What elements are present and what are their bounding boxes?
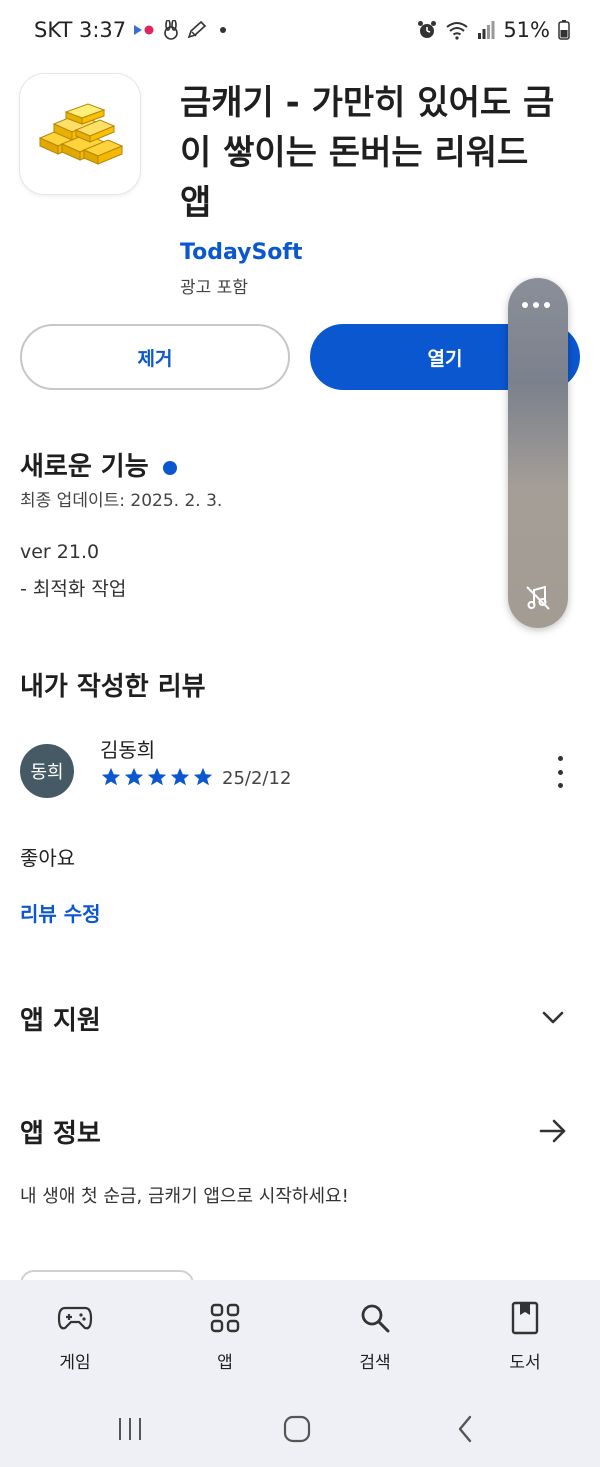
arrow-right-icon[interactable]	[538, 1116, 568, 1146]
carrier-time: SKT 3:37	[34, 18, 127, 42]
review-body: 좋아요	[20, 846, 76, 870]
recent-apps-icon[interactable]	[116, 1415, 144, 1443]
floating-overlay-panel[interactable]	[508, 278, 568, 628]
star-icon	[147, 767, 167, 786]
home-icon[interactable]	[283, 1415, 311, 1443]
book-icon	[507, 1300, 543, 1336]
search-icon	[357, 1300, 393, 1336]
star-icon	[101, 767, 121, 786]
avatar: 동희	[20, 744, 74, 798]
back-icon[interactable]	[454, 1415, 478, 1443]
nav-item-apps[interactable]: 앱	[150, 1280, 300, 1385]
rabbit-notification-icon	[164, 20, 178, 40]
app-description: 내 생애 첫 순금, 금캐기 앱으로 시작하세요!	[20, 1186, 349, 1207]
more-notifications-dot	[220, 27, 227, 33]
review-more-menu-icon[interactable]	[548, 756, 572, 788]
nav-item-books[interactable]: 도서	[450, 1280, 600, 1385]
status-right: 51%	[417, 18, 570, 42]
battery-icon	[558, 20, 570, 40]
wifi-icon	[446, 22, 468, 40]
whats-new-section[interactable]: 새로운 기능	[20, 446, 177, 483]
nav-label: 앱	[217, 1353, 233, 1373]
new-indicator-dot	[162, 460, 177, 475]
version-text: ver 21.0	[20, 541, 100, 563]
review-date: 25/2/12	[222, 768, 292, 789]
app-info-title[interactable]: 앱 정보	[20, 1113, 101, 1150]
status-bar: SKT 3:37 51%	[0, 0, 600, 62]
update-notes: - 최적화 작업	[20, 578, 127, 600]
whats-new-title: 새로운 기능	[20, 452, 149, 482]
app-title: 금캐기 - 가만히 있어도 금이 쌓이는 돈버는 리워드 앱	[180, 83, 555, 223]
ads-note: 광고 포함	[180, 278, 248, 298]
reviewer-name: 김동희	[100, 738, 156, 762]
nav-item-games[interactable]: 게임	[0, 1280, 150, 1385]
alarm-icon	[418, 21, 437, 38]
bottom-navigation: 게임 앱 검색 도서	[0, 1280, 600, 1385]
nav-label: 게임	[59, 1353, 91, 1373]
app-support-title[interactable]: 앱 지원	[20, 1000, 101, 1037]
system-navigation-bar	[0, 1385, 600, 1467]
battery-percent: 51%	[503, 18, 550, 42]
developer-link[interactable]: TodaySoft	[180, 240, 303, 265]
my-review-title: 내가 작성한 리뷰	[20, 672, 206, 702]
more-dots-icon[interactable]	[522, 302, 550, 308]
status-left: SKT 3:37	[34, 18, 227, 42]
gamepad-icon	[57, 1300, 93, 1336]
signal-icon	[478, 21, 495, 39]
star-icon	[124, 767, 144, 786]
star-icon	[170, 767, 190, 786]
app-icon	[20, 74, 140, 194]
mute-music-icon[interactable]	[524, 584, 552, 612]
pencil-notification-icon	[187, 20, 207, 39]
last-updated: 최종 업데이트: 2025. 2. 3.	[20, 491, 223, 511]
star-rating	[100, 766, 214, 788]
uninstall-button[interactable]: 제거	[20, 324, 290, 390]
nav-item-search[interactable]: 검색	[300, 1280, 450, 1385]
star-icon	[193, 767, 213, 786]
gold-bars-icon	[38, 103, 124, 165]
chevron-down-icon[interactable]	[540, 1004, 566, 1030]
apps-grid-icon	[207, 1300, 243, 1336]
edit-review-link[interactable]: 리뷰 수정	[20, 898, 101, 927]
nav-label: 도서	[509, 1353, 541, 1373]
nav-label: 검색	[359, 1353, 391, 1373]
media-notification-icon	[134, 25, 154, 35]
